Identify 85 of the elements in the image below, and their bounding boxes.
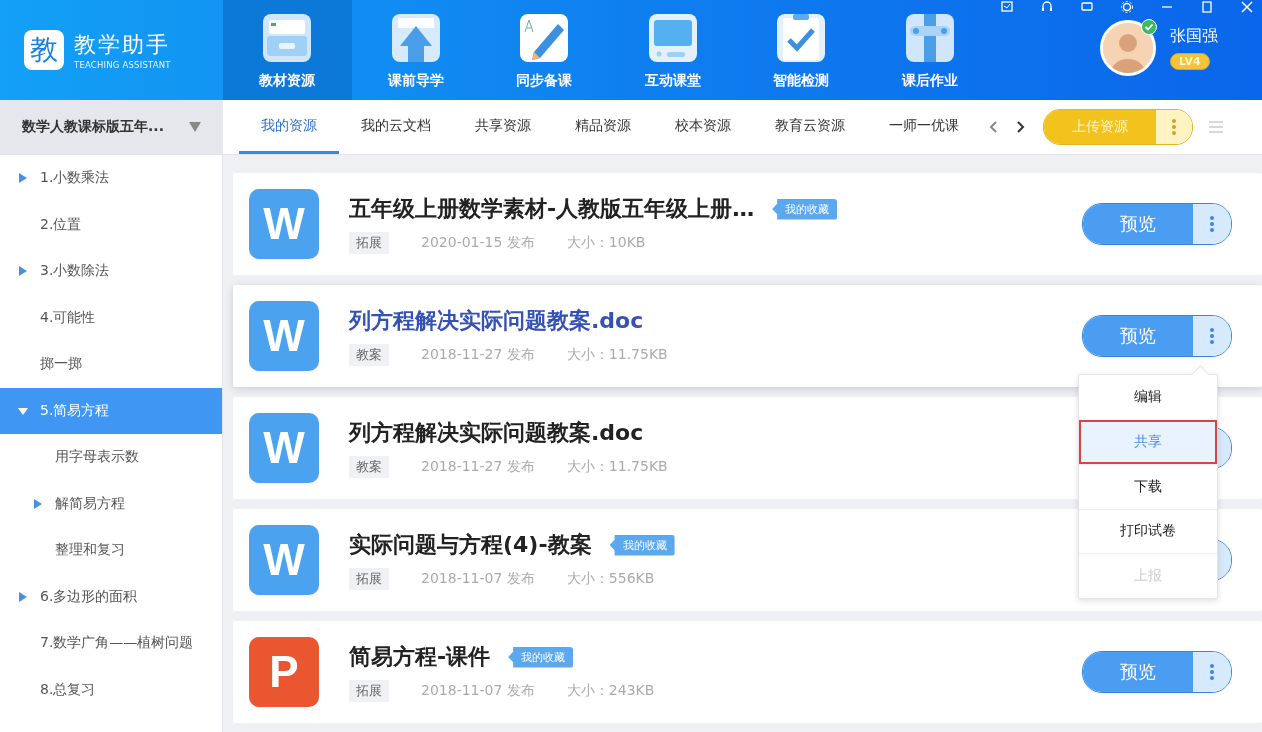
collapse-triangle-icon[interactable] <box>18 405 28 416</box>
app-logo: 教 <box>24 30 64 70</box>
resource-title[interactable]: 列方程解决实际问题教案.doc <box>349 306 644 336</box>
sidebar-item[interactable]: 6.多边形的面积 <box>0 573 222 620</box>
sidebar-item[interactable]: 掷一掷 <box>0 341 222 388</box>
menu-item[interactable]: 下载 <box>1079 464 1217 509</box>
sidebar-item[interactable]: 7.数学广角——植树问题 <box>0 620 222 667</box>
resource-tab[interactable]: 校本资源 <box>653 100 753 154</box>
more-icon <box>1210 327 1214 345</box>
file-size: 大小：243KB <box>566 682 655 700</box>
sidebar-item[interactable]: 8.总复习 <box>0 666 222 713</box>
app-name: 教学助手 <box>74 31 171 59</box>
more-icon <box>1210 215 1214 233</box>
nav-tab[interactable]: 课后作业 <box>865 0 994 100</box>
upload-more-button[interactable] <box>1156 110 1192 144</box>
resource-title[interactable]: 列方程解决实际问题教案.doc <box>349 418 644 448</box>
publish-date: 2018-11-27 发布 <box>421 458 535 476</box>
resource-title[interactable]: 五年级上册数学素材-人教版五年级上册… <box>349 194 755 224</box>
resource-tab[interactable]: 精品资源 <box>553 100 653 154</box>
presentation-file-icon: P <box>249 637 319 707</box>
document-file-icon: W <box>249 301 319 371</box>
category-tag: 拓展 <box>349 568 389 590</box>
category-tag: 拓展 <box>349 680 389 702</box>
dropdown-caret-icon[interactable] <box>189 122 201 132</box>
menu-item[interactable]: 打印试卷 <box>1079 508 1217 553</box>
nav-tab[interactable]: 智能检测 <box>737 0 866 100</box>
more-button[interactable] <box>1193 204 1231 244</box>
expand-triangle-icon[interactable] <box>33 498 43 509</box>
mail-icon[interactable] <box>1000 0 1014 14</box>
nav-tab[interactable]: 同步备课 <box>480 0 609 100</box>
expand-triangle-icon[interactable] <box>18 591 28 602</box>
file-size: 大小：11.75KB <box>566 346 668 364</box>
resource-card[interactable]: P 简易方程-课件 我的收藏 拓展 2018-11-07 发布 大小：243KB 预览 <box>233 621 1262 723</box>
sidebar-item[interactable]: 用字母表示数 <box>0 434 222 481</box>
maximize-icon[interactable] <box>1200 0 1214 14</box>
nav-tab[interactable]: 互动课堂 <box>608 0 737 100</box>
sidebar-item[interactable]: 2.位置 <box>0 201 222 248</box>
resource-tab[interactable]: 我的云文档 <box>339 100 453 154</box>
publish-date: 2018-11-07 发布 <box>421 570 535 588</box>
close-icon[interactable] <box>1240 0 1254 14</box>
resource-tab[interactable]: 教育云资源 <box>753 100 867 154</box>
more-icon <box>1210 663 1214 681</box>
resource-card[interactable]: W 五年级上册数学素材-人教版五年级上册… 我的收藏 拓展 2020-01-15 发布 大小：10KB 预览 <box>233 173 1262 275</box>
resource-title[interactable]: 实际问题与方程(4)-教案 <box>349 530 592 560</box>
resource-card[interactable]: W 列方程解决实际问题教案.doc 教案 2018-11-27 发布 大小：11.75KB 预览 <box>233 285 1262 387</box>
textbook-dropdown[interactable]: 数学人教课标版五年... <box>0 100 223 154</box>
resource-tab[interactable]: 共享资源 <box>453 100 553 154</box>
person-silhouette-icon <box>1103 23 1153 73</box>
file-size: 大小：10KB <box>566 234 646 252</box>
document-file-icon: W <box>249 525 319 595</box>
document-file-icon: W <box>249 413 319 483</box>
nav-tab[interactable]: 课前导学 <box>351 0 480 100</box>
user-name: 张国强 <box>1170 26 1218 47</box>
chat-icon[interactable] <box>1080 0 1094 14</box>
sidebar-item[interactable]: 4.可能性 <box>0 294 222 341</box>
level-badge: LV4 <box>1170 53 1210 70</box>
sidebar-item[interactable]: 解简易方程 <box>0 480 222 527</box>
expand-triangle-icon[interactable] <box>18 173 28 184</box>
more-button[interactable] <box>1193 652 1231 692</box>
nav-tab[interactable]: 教材资源 <box>223 0 352 100</box>
file-size: 大小：556KB <box>566 570 655 588</box>
sidebar-item[interactable]: 3.小数除法 <box>0 248 222 295</box>
settings-icon[interactable] <box>1120 0 1134 14</box>
app-subtitle: TEACHING ASSISTANT <box>74 60 171 70</box>
resource-tab[interactable]: 我的资源 <box>239 100 339 154</box>
resource-tab[interactable]: 一师一优课 <box>867 100 981 154</box>
favorite-tag: 我的收藏 <box>772 198 838 220</box>
favorite-tag: 我的收藏 <box>609 534 675 556</box>
favorite-tag: 我的收藏 <box>508 646 574 668</box>
sidebar-item[interactable]: 1.小数乘法 <box>0 155 222 202</box>
category-tag: 教案 <box>349 456 389 478</box>
sidebar-item[interactable]: 整理和复习 <box>0 527 222 574</box>
expand-triangle-icon[interactable] <box>18 266 28 277</box>
document-file-icon: W <box>249 189 319 259</box>
publish-date: 2018-11-27 发布 <box>421 346 535 364</box>
file-size: 大小：11.75KB <box>566 458 668 476</box>
publish-date: 2018-11-07 发布 <box>421 682 535 700</box>
more-icon <box>1172 118 1176 136</box>
resource-title[interactable]: 简易方程-课件 <box>349 642 491 672</box>
publish-date: 2020-01-15 发布 <box>421 234 535 252</box>
more-button[interactable] <box>1193 316 1231 356</box>
category-tag: 教案 <box>349 344 389 366</box>
headset-icon[interactable] <box>1040 0 1054 14</box>
category-tag: 拓展 <box>349 232 389 254</box>
user-avatar[interactable] <box>1100 20 1156 76</box>
